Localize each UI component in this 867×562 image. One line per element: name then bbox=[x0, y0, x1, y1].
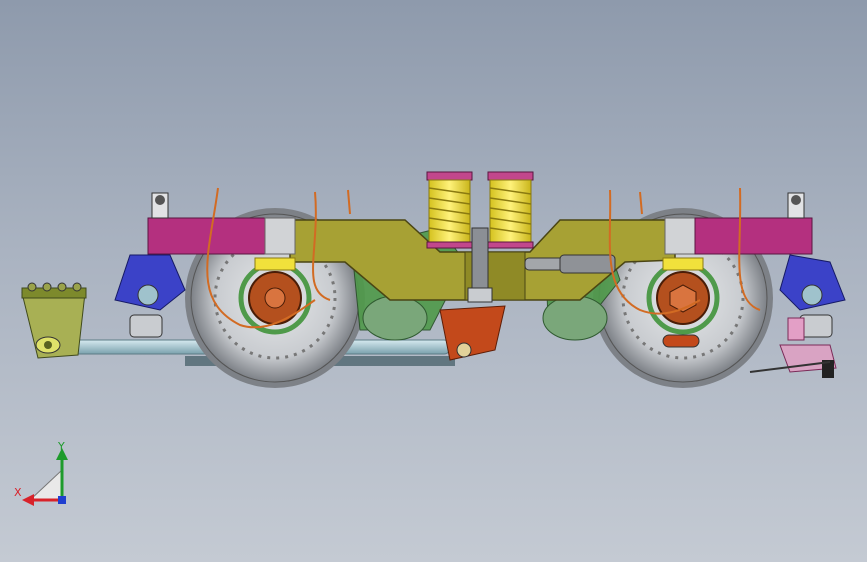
triad-x-label: X bbox=[14, 486, 22, 499]
vertical-damper[interactable] bbox=[467, 227, 493, 303]
right-primary-spring[interactable] bbox=[662, 257, 704, 271]
secondary-spring-left[interactable] bbox=[426, 171, 473, 249]
lateral-damper[interactable] bbox=[524, 254, 616, 274]
secondary-spring-right[interactable] bbox=[487, 171, 534, 249]
cad-viewport[interactable]: Y X bbox=[0, 0, 867, 562]
left-end-beam[interactable] bbox=[147, 217, 296, 255]
centre-pivot[interactable] bbox=[439, 305, 506, 361]
right-lifting-lug[interactable] bbox=[787, 192, 805, 219]
left-blue-bracket[interactable] bbox=[114, 254, 186, 338]
coordinate-triad: Y X bbox=[14, 440, 68, 506]
left-lifting-lug[interactable] bbox=[151, 192, 169, 219]
triad-y-label: Y bbox=[57, 440, 65, 453]
right-axlebox[interactable] bbox=[646, 261, 720, 335]
left-axlebox[interactable] bbox=[238, 261, 312, 335]
left-primary-spring[interactable] bbox=[254, 257, 296, 271]
left-end-bracket[interactable] bbox=[21, 282, 87, 359]
